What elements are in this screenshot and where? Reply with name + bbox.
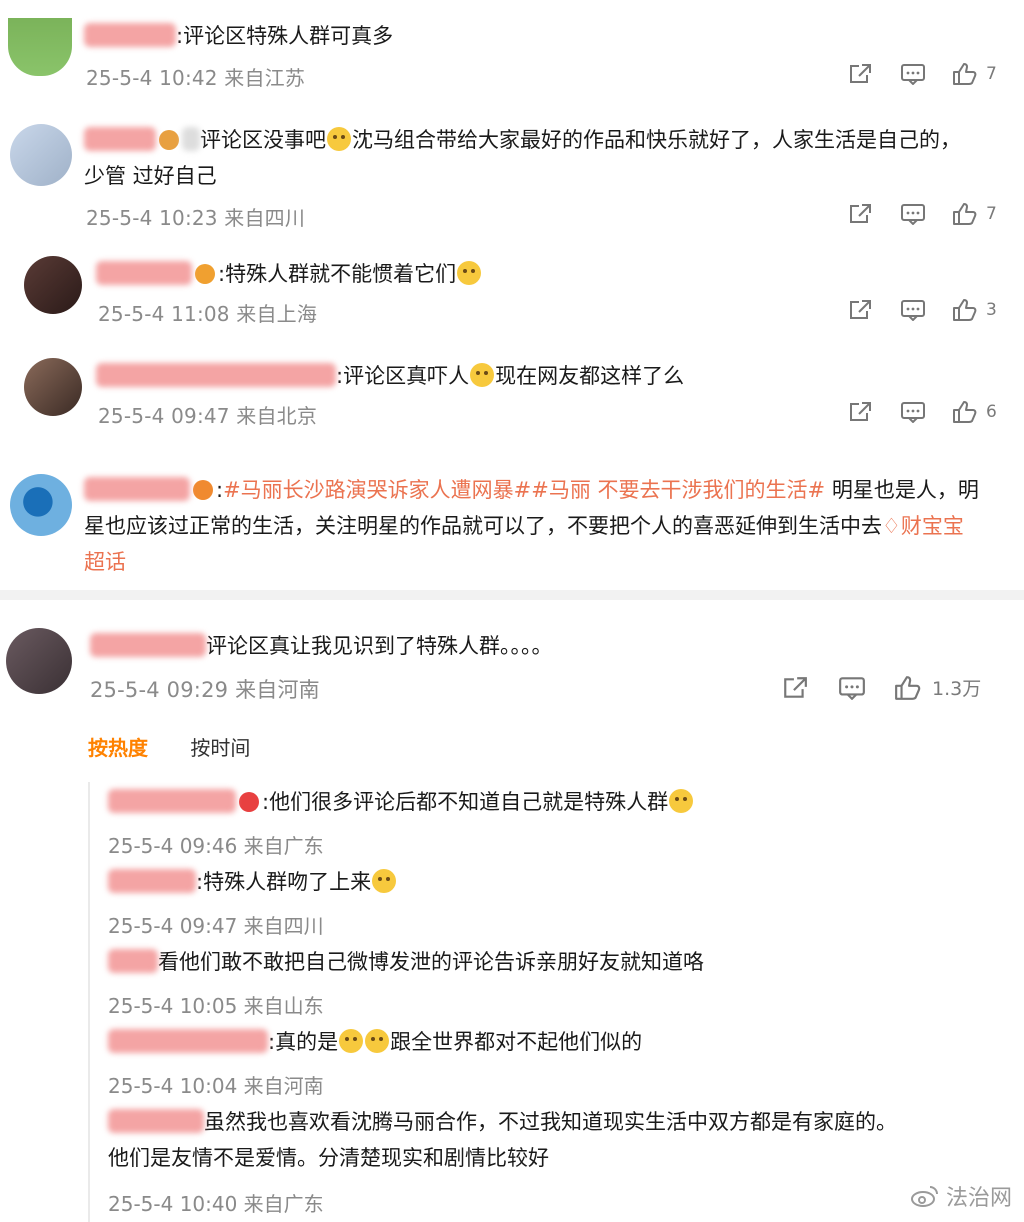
comment-meta: 25-5-4 09:47 来自北京 — [98, 404, 318, 428]
username[interactable] — [108, 1029, 268, 1053]
comment-meta: 25-5-4 09:29 来自河南 — [90, 678, 320, 702]
comment-actions: 6 — [848, 400, 997, 424]
comment-actions: 7 — [848, 202, 997, 226]
like-button[interactable]: 3 — [952, 298, 997, 322]
comment-text: 评论区没事吧 沈马组合带给大家最好的作品和快乐就好了，人家生活是自己的， 少管 过… — [84, 127, 961, 188]
like-icon — [953, 401, 977, 423]
emoji-icon — [339, 1029, 364, 1053]
vip-badge-icon — [195, 264, 215, 284]
like-count: 3 — [986, 300, 997, 320]
comment-button[interactable] — [900, 401, 952, 423]
username[interactable] — [108, 949, 158, 973]
reply-meta: 25-5-4 10:40 来自广东 — [108, 1192, 324, 1216]
like-count: 1.3万 — [932, 678, 982, 700]
comment-icon — [901, 64, 925, 85]
watermark: 法治网 — [910, 1180, 1012, 1212]
weibo-logo-icon — [910, 1186, 938, 1207]
watermark-text: 法治网 — [945, 1186, 1012, 1211]
share-icon — [850, 402, 871, 421]
comment-meta: 25-5-4 11:08 来自上海 — [98, 302, 318, 326]
avatar[interactable] — [8, 18, 72, 76]
username[interactable] — [108, 789, 236, 813]
share-button[interactable] — [848, 401, 900, 423]
reply-text: 看他们敢不敢把自己微博发泄的评论告诉亲朋好友就知道咯 — [108, 944, 704, 980]
emoji-icon — [372, 869, 397, 893]
share-icon — [850, 64, 871, 83]
comment-button[interactable] — [900, 203, 952, 225]
emoji-icon — [327, 127, 351, 151]
username[interactable] — [96, 363, 336, 387]
comment-text: :#马丽长沙路演哭诉家人遭网暴##马丽 不要去干涉我们的生活# 明星也是人，明 … — [84, 477, 979, 574]
share-button[interactable] — [848, 63, 900, 85]
like-button[interactable]: 7 — [952, 202, 997, 226]
reply-text: 虽然我也喜欢看沈腾马丽合作，不过我知道现实生活中双方都是有家庭的。 他们是友情不… — [108, 1109, 897, 1170]
avatar[interactable] — [6, 628, 72, 694]
username[interactable] — [90, 633, 206, 657]
comment-button[interactable] — [900, 299, 952, 321]
comment-text: :特殊人群就不能惯着它们 — [96, 256, 482, 292]
share-button[interactable] — [848, 299, 900, 321]
reply-meta: 25-5-4 09:46 来自广东 — [108, 834, 324, 858]
tab-sort-by-time[interactable]: 按时间 — [190, 736, 250, 760]
comment-button[interactable] — [838, 676, 894, 700]
like-icon — [953, 203, 977, 225]
comment-meta: 25-5-4 10:23 来自四川 — [86, 206, 306, 230]
comment-text: :评论区真吓人 现在网友都这样了么 — [96, 358, 684, 394]
like-button[interactable]: 6 — [952, 400, 997, 424]
like-count: 7 — [986, 204, 997, 224]
avatar[interactable] — [10, 124, 72, 186]
tab-sort-by-hot[interactable]: 按热度 — [88, 736, 148, 760]
reply-meta: 25-5-4 10:04 来自河南 — [108, 1074, 324, 1098]
comment-icon — [901, 300, 925, 321]
reply-meta: 25-5-4 10:05 来自山东 — [108, 994, 324, 1018]
comment-actions: 7 — [848, 62, 997, 86]
reply-text: :特殊人群吻了上来 — [108, 864, 397, 900]
emoji-icon — [365, 1029, 390, 1053]
comment-actions: 3 — [848, 298, 997, 322]
like-button[interactable]: 7 — [952, 62, 997, 86]
avatar[interactable] — [24, 358, 82, 416]
reply-text: :真的是 跟全世界都对不起他们似的 — [108, 1024, 642, 1060]
emoji-icon — [457, 261, 482, 285]
username[interactable] — [96, 261, 192, 285]
like-count: 6 — [986, 402, 997, 422]
like-count: 7 — [986, 64, 997, 84]
username[interactable] — [84, 477, 190, 501]
section-divider — [0, 590, 1024, 600]
share-icon — [784, 676, 807, 698]
like-button[interactable]: 1.3万 — [894, 674, 981, 701]
badge-icon — [239, 792, 259, 812]
comment-text: :评论区特殊人群可真多 — [84, 18, 393, 54]
share-icon — [850, 204, 871, 223]
comment-actions: 1.3万 — [782, 674, 981, 701]
reply-meta: 25-5-4 09:47 来自四川 — [108, 914, 324, 938]
username[interactable] — [108, 1109, 204, 1133]
sort-tabs: 按热度 按时间 — [88, 732, 250, 761]
share-icon — [850, 300, 871, 319]
username[interactable] — [84, 23, 176, 47]
like-icon — [953, 299, 977, 321]
reply-text: :他们很多评论后都不知道自己就是特殊人群 — [108, 784, 694, 820]
share-button[interactable] — [782, 676, 838, 700]
like-icon — [953, 63, 977, 85]
hashtag-link[interactable]: #马丽长沙路演哭诉家人遭网暴##马丽 不要去干涉我们的生活# — [223, 478, 825, 502]
avatar[interactable] — [24, 256, 82, 314]
emoji-icon — [669, 789, 694, 813]
vip-badge-icon — [193, 480, 213, 500]
username[interactable] — [84, 127, 156, 151]
comment-text: 评论区真让我见识到了特殊人群。。。。 — [90, 628, 553, 664]
username[interactable] — [108, 869, 196, 893]
comment-icon — [901, 204, 925, 225]
like-icon — [895, 675, 921, 700]
vip-badge-icon — [159, 130, 179, 150]
emoji-icon — [470, 363, 495, 387]
comment-icon — [901, 402, 925, 423]
avatar[interactable] — [10, 474, 72, 536]
comment-meta: 25-5-4 10:42 来自江苏 — [86, 66, 306, 90]
comment-icon — [839, 676, 865, 700]
super-topic-icon: ♢ — [882, 514, 901, 538]
share-button[interactable] — [848, 203, 900, 225]
reply-list: :他们很多评论后都不知道自己就是特殊人群 25-5-4 09:46 来自广东 :… — [88, 782, 1004, 1222]
comment-button[interactable] — [900, 63, 952, 85]
